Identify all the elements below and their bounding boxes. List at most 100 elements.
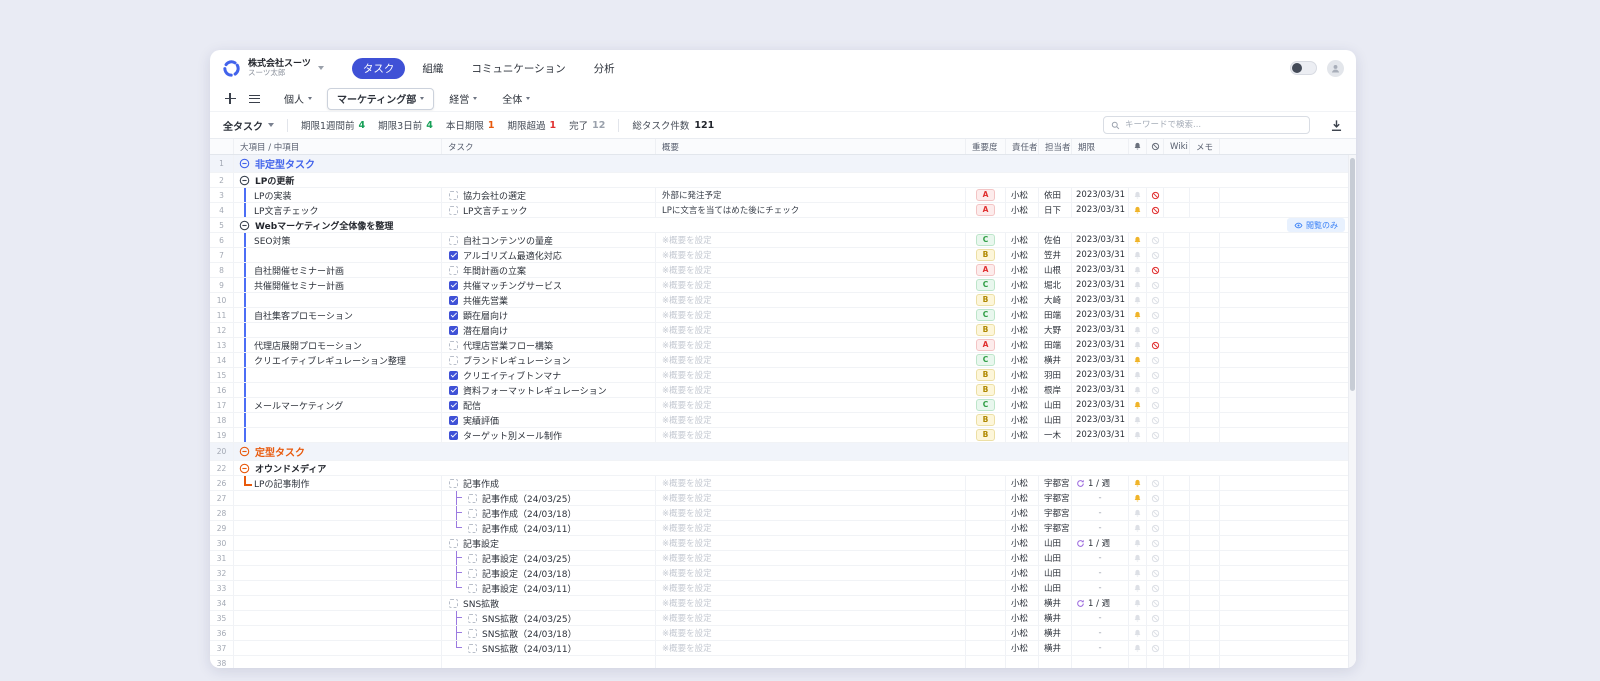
task-checkbox[interactable] [468, 554, 477, 563]
importance-cell[interactable] [966, 641, 1006, 655]
memo-cell[interactable] [1190, 233, 1220, 247]
nav-item[interactable]: 分析 [583, 58, 626, 79]
importance-cell[interactable] [966, 521, 1006, 535]
task-checkbox[interactable] [449, 251, 458, 260]
alert-cell[interactable] [1129, 566, 1147, 580]
alert-cell[interactable] [1129, 368, 1147, 382]
wiki-cell[interactable] [1164, 566, 1190, 580]
task-checkbox[interactable] [449, 431, 458, 440]
task-row[interactable]: 7アルゴリズム最適化対応※概要を設定B小松笠井2023/03/31 [210, 248, 1356, 263]
summary-cell[interactable]: ※概要を設定 [656, 428, 966, 442]
alert-cell[interactable] [1129, 248, 1147, 262]
memo-cell[interactable] [1190, 203, 1220, 217]
importance-cell[interactable]: B [966, 413, 1006, 427]
list-view-button[interactable] [247, 92, 261, 106]
group-row[interactable]: 22オウンドメディア [210, 461, 1356, 476]
summary-cell[interactable]: 外部に発注予定 [656, 188, 966, 202]
category-cell[interactable] [234, 521, 442, 535]
deadline-cell[interactable]: 2023/03/31 [1072, 308, 1129, 322]
category-cell[interactable] [234, 413, 442, 427]
alert-cell[interactable] [1129, 596, 1147, 610]
deadline-cell[interactable]: - [1072, 506, 1129, 520]
column-header-deadline[interactable]: 期限 [1072, 139, 1129, 154]
task-row[interactable]: 31記事設定（24/03/25）※概要を設定小松山田- [210, 551, 1356, 566]
responsible-cell[interactable]: 小松 [1006, 413, 1039, 427]
alert-cell[interactable] [1129, 338, 1147, 352]
category-cell[interactable]: クリエイティブレギュレーション整理 [234, 353, 442, 367]
column-header-category[interactable]: 大項目 / 中項目 [234, 139, 442, 154]
memo-cell[interactable] [1190, 506, 1220, 520]
blocked-cell[interactable] [1147, 596, 1164, 610]
blocked-cell[interactable] [1147, 398, 1164, 412]
importance-cell[interactable]: C [966, 353, 1006, 367]
column-header-num[interactable] [210, 139, 234, 154]
assignee-cell[interactable]: 宇都宮 [1039, 491, 1072, 505]
deadline-cell[interactable]: 1 / 週 [1072, 596, 1129, 610]
deadline-cell[interactable]: 1 / 週 [1072, 536, 1129, 550]
memo-cell[interactable] [1190, 188, 1220, 202]
blocked-cell[interactable] [1147, 641, 1164, 655]
assignee-cell[interactable]: 佐伯 [1039, 233, 1072, 247]
summary-cell[interactable]: ※概要を設定 [656, 233, 966, 247]
task-cell[interactable]: 協力会社の選定 [442, 188, 656, 202]
wiki-cell[interactable] [1164, 656, 1190, 668]
memo-cell[interactable] [1190, 398, 1220, 412]
blocked-cell[interactable] [1147, 476, 1164, 490]
importance-cell[interactable]: B [966, 428, 1006, 442]
deadline-cell[interactable]: 2023/03/31 [1072, 338, 1129, 352]
task-checkbox[interactable] [449, 401, 458, 410]
blocked-cell[interactable] [1147, 248, 1164, 262]
responsible-cell[interactable]: 小松 [1006, 293, 1039, 307]
category-cell[interactable] [234, 368, 442, 382]
memo-cell[interactable] [1190, 656, 1220, 668]
blocked-cell[interactable] [1147, 368, 1164, 382]
task-row[interactable]: 12潜在層向け※概要を設定B小松大野2023/03/31 [210, 323, 1356, 338]
wiki-cell[interactable] [1164, 323, 1190, 337]
category-cell[interactable] [234, 641, 442, 655]
importance-cell[interactable] [966, 596, 1006, 610]
importance-cell[interactable]: C [966, 278, 1006, 292]
responsible-cell[interactable]: 小松 [1006, 641, 1039, 655]
wiki-cell[interactable] [1164, 611, 1190, 625]
alert-cell[interactable] [1129, 203, 1147, 217]
category-cell[interactable]: LPの記事制作 [234, 476, 442, 490]
task-row[interactable]: 27記事作成（24/03/25）※概要を設定小松宇都宮- [210, 491, 1356, 506]
deadline-cell[interactable]: - [1072, 491, 1129, 505]
memo-cell[interactable] [1190, 626, 1220, 640]
summary-cell[interactable]: ※概要を設定 [656, 596, 966, 610]
memo-cell[interactable] [1190, 308, 1220, 322]
category-cell[interactable] [234, 491, 442, 505]
importance-cell[interactable] [966, 476, 1006, 490]
deadline-cell[interactable]: - [1072, 551, 1129, 565]
assignee-cell[interactable]: 堀北 [1039, 278, 1072, 292]
blocked-cell[interactable] [1147, 353, 1164, 367]
assignee-cell[interactable]: 山根 [1039, 263, 1072, 277]
alert-cell[interactable] [1129, 323, 1147, 337]
assignee-cell[interactable]: 山田 [1039, 413, 1072, 427]
task-row[interactable]: 11自社集客プロモーション顕在層向け※概要を設定C小松田端2023/03/31 [210, 308, 1356, 323]
task-cell[interactable]: LP文言チェック [442, 203, 656, 217]
importance-cell[interactable] [966, 581, 1006, 595]
alert-cell[interactable] [1129, 428, 1147, 442]
deadline-cell[interactable]: 2023/03/31 [1072, 278, 1129, 292]
alert-cell[interactable] [1129, 263, 1147, 277]
task-row[interactable]: 32記事設定（24/03/18）※概要を設定小松山田- [210, 566, 1356, 581]
category-cell[interactable] [234, 293, 442, 307]
column-header-alerts[interactable] [1129, 139, 1147, 154]
category-cell[interactable] [234, 596, 442, 610]
task-row[interactable]: 15クリエイティブトンマナ※概要を設定B小松羽田2023/03/31 [210, 368, 1356, 383]
summary-cell[interactable] [656, 656, 966, 668]
deadline-cell[interactable]: 1 / 週 [1072, 476, 1129, 490]
alert-cell[interactable] [1129, 413, 1147, 427]
responsible-cell[interactable]: 小松 [1006, 521, 1039, 535]
responsible-cell[interactable]: 小松 [1006, 338, 1039, 352]
summary-cell[interactable]: ※概要を設定 [656, 506, 966, 520]
group-row[interactable]: 2LPの更新 [210, 173, 1356, 188]
memo-cell[interactable] [1190, 293, 1220, 307]
task-cell[interactable]: 記事設定 [442, 536, 656, 550]
category-cell[interactable] [234, 566, 442, 580]
summary-cell[interactable]: ※概要を設定 [656, 263, 966, 277]
task-checkbox[interactable] [468, 629, 477, 638]
category-cell[interactable] [234, 656, 442, 668]
task-row[interactable]: 6SEO対策自社コンテンツの量産※概要を設定C小松佐伯2023/03/31 [210, 233, 1356, 248]
